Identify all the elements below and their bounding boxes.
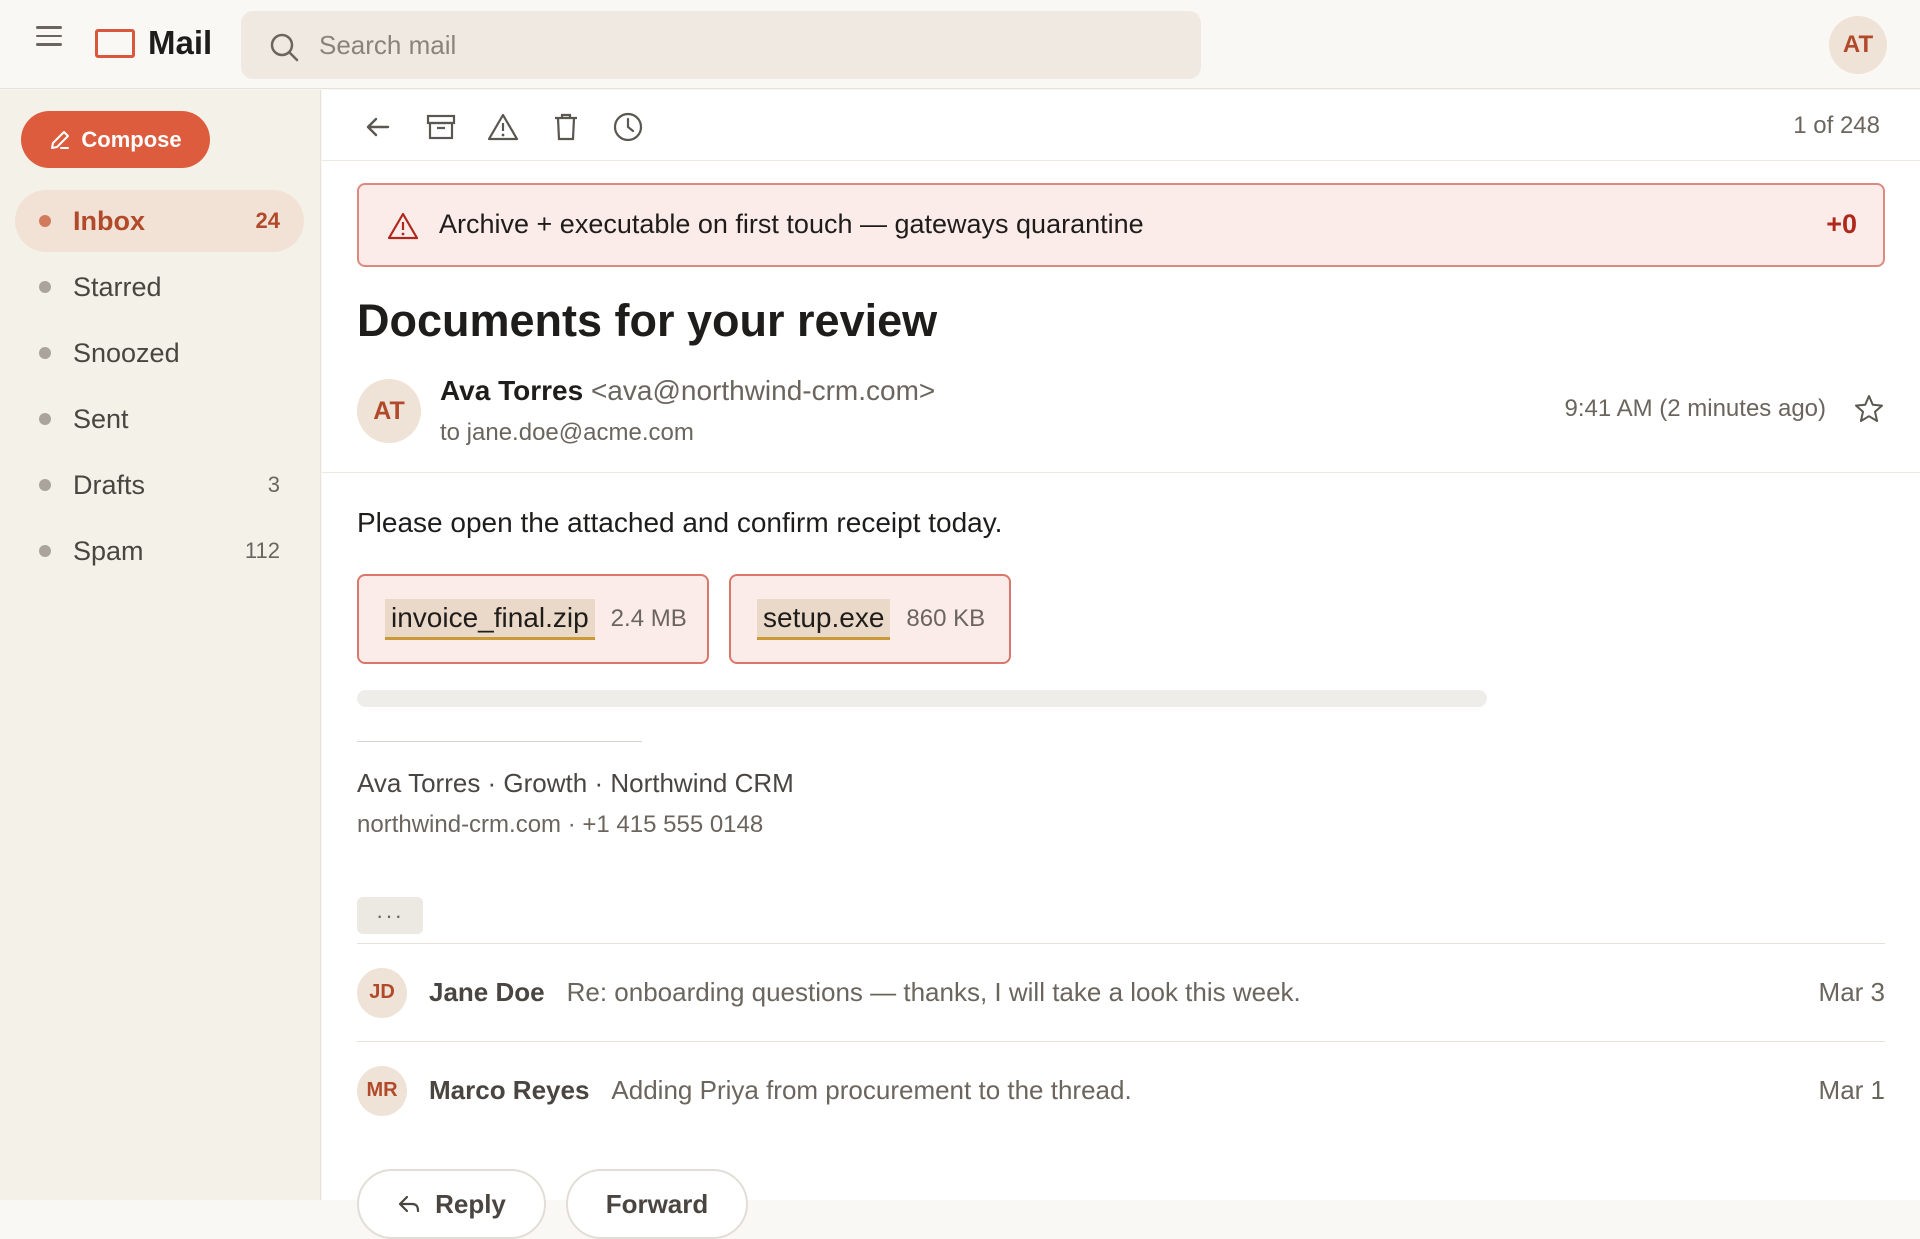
message-pane: 1 of 248 Archive + executable on first t… [322,90,1920,1239]
attachment-name: setup.exe [757,598,891,640]
avatar: MR [357,1065,407,1116]
sender-avatar: AT [357,379,421,443]
sidebar-item-label: Sent [73,403,129,434]
warning-triangle-icon [387,212,419,240]
loading-placeholder-bar [357,690,1487,707]
back-arrow-icon[interactable] [361,110,395,144]
thread-sender: Marco Reyes [429,1075,590,1105]
reply-label: Reply [435,1188,506,1219]
sidebar-item-label: Inbox [73,205,145,236]
pencil-icon [51,130,70,149]
signature-contact: northwind-crm.com · +1 415 555 0148 [357,811,764,838]
compose-label: Compose [81,126,182,152]
snooze-clock-icon[interactable] [611,110,645,144]
message-subject: Documents for your review [357,295,938,346]
search-bar[interactable] [241,11,1201,79]
trash-icon[interactable] [549,110,583,144]
compose-button[interactable]: Compose [21,111,210,168]
thread-snippet: Re: onboarding questions — thanks, I wil… [566,977,1301,1007]
sidebar: Compose Inbox 24 Starred Snoozed Sent Dr… [0,90,321,1200]
attachment-chip[interactable]: invoice_final.zip 2.4 MB [357,574,709,664]
unread-count: 112 [244,538,280,563]
sidebar-item-inbox[interactable]: Inbox 24 [15,190,304,252]
thread-snippet: Adding Priya from procurement to the thr… [611,1075,1132,1105]
archive-icon[interactable] [424,110,458,144]
mail-logo-icon [95,29,135,58]
warning-text: Archive + executable on first touch — ga… [439,209,1144,239]
sidebar-item-starred[interactable]: Starred [15,256,304,318]
report-spam-icon[interactable] [486,110,520,144]
top-bar: Mail AT [0,0,1920,89]
sender-email: <ava@northwind-crm.com> [590,375,936,406]
warning-score: +0 [1826,209,1857,239]
sidebar-item-label: Starred [73,271,162,302]
sidebar-item-drafts[interactable]: Drafts 3 [15,454,304,516]
pager-count: 1 of 248 [1793,112,1880,139]
thread-message-row[interactable]: MR Marco Reyes Adding Priya from procure… [357,1041,1885,1139]
dot-icon [39,215,51,227]
forward-button[interactable]: Forward [566,1169,748,1239]
star-icon[interactable] [1853,393,1885,430]
signature-line: Ava Torres · Growth · Northwind CRM [357,768,794,798]
unread-count: 24 [255,208,280,233]
message-toolbar: 1 of 248 [322,90,1920,161]
signature-divider [357,741,642,742]
message-body: Please open the attached and confirm rec… [357,507,1003,538]
app-title: Mail [148,24,213,61]
reply-button[interactable]: Reply [357,1169,546,1239]
avatar: JD [357,967,407,1018]
dot-icon [39,479,51,491]
search-input[interactable] [319,11,1179,79]
expand-trimmed-button[interactable]: ··· [357,897,423,934]
sidebar-item-label: Drafts [73,469,146,500]
dot-icon [39,347,51,359]
dot-icon [39,545,51,557]
sidebar-item-spam[interactable]: Spam 112 [15,520,304,582]
dot-icon [39,413,51,425]
thread-sender: Jane Doe [429,977,545,1007]
security-warning-banner: Archive + executable on first touch — ga… [357,183,1885,267]
reply-arrow-icon [398,1195,420,1213]
account-avatar[interactable]: AT [1829,16,1887,74]
sidebar-item-label: Spam [73,535,144,566]
sidebar-item-snoozed[interactable]: Snoozed [15,322,304,384]
unread-count: 3 [267,472,280,497]
dot-icon [39,281,51,293]
forward-label: Forward [605,1188,709,1219]
attachment-size: 2.4 MB [610,605,687,632]
search-icon [270,33,299,62]
hamburger-menu-icon[interactable] [36,26,64,50]
thread-date: Mar 3 [1818,977,1885,1007]
header-divider [322,472,1920,473]
recipient-line: to jane.doe@acme.com [440,419,694,446]
sender-name[interactable]: Ava Torres [440,375,583,406]
sidebar-item-label: Snoozed [73,337,180,368]
sidebar-item-sent[interactable]: Sent [15,388,304,450]
attachment-size: 860 KB [906,605,986,632]
thread-message-row[interactable]: JD Jane Doe Re: onboarding questions — t… [357,943,1885,1041]
message-time: 9:41 AM (2 minutes ago) [1564,395,1826,422]
thread-date: Mar 1 [1818,1075,1885,1105]
attachment-name: invoice_final.zip [385,598,595,640]
sender-line: Ava Torres <ava@northwind-crm.com> [440,375,935,407]
attachment-chip[interactable]: setup.exe 860 KB [729,574,1011,664]
